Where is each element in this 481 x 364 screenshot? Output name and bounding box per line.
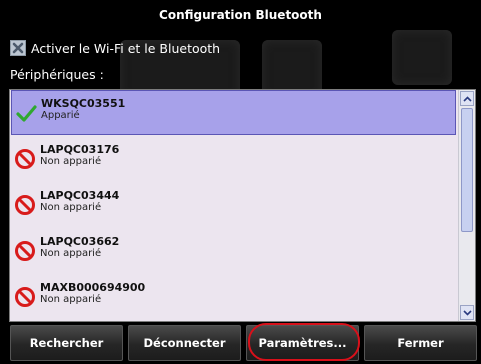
no-entry-icon bbox=[15, 194, 35, 215]
scroll-up-button[interactable] bbox=[460, 91, 474, 106]
disconnect-button[interactable]: Déconnecter bbox=[128, 325, 241, 361]
device-name: MAXB000694900 bbox=[40, 281, 146, 294]
device-status: Apparié bbox=[41, 110, 80, 121]
no-entry-icon bbox=[15, 148, 35, 169]
wifi-bluetooth-label: Activer le Wi-Fi et le Bluetooth bbox=[31, 40, 221, 56]
scroll-thumb[interactable] bbox=[461, 108, 473, 232]
list-item[interactable]: MAXB000694900 Non apparié bbox=[11, 274, 456, 319]
device-name: LAPQC03444 bbox=[40, 189, 120, 202]
chevron-down-icon bbox=[462, 309, 472, 316]
no-entry-icon bbox=[15, 240, 35, 261]
x-mark-icon[interactable] bbox=[10, 40, 26, 56]
scroll-down-button[interactable] bbox=[460, 305, 474, 320]
device-name: WKSQC03551 bbox=[41, 97, 126, 110]
device-name: LAPQC03176 bbox=[40, 143, 120, 156]
no-entry-icon bbox=[15, 286, 35, 307]
device-status: Non apparié bbox=[40, 248, 102, 259]
chevron-up-icon bbox=[462, 95, 472, 102]
list-item[interactable]: LAPQC03176 Non apparié bbox=[11, 136, 456, 181]
list-item[interactable]: LAPQC03444 Non apparié bbox=[11, 182, 456, 227]
device-status: Non apparié bbox=[40, 202, 102, 213]
search-button[interactable]: Rechercher bbox=[10, 325, 123, 361]
device-status: Non apparié bbox=[40, 294, 102, 305]
settings-button[interactable]: Paramètres... bbox=[246, 325, 359, 361]
device-name: LAPQC03662 bbox=[40, 235, 120, 248]
list-scrollbar[interactable] bbox=[458, 90, 475, 321]
list-item[interactable]: LAPQC03662 Non apparié bbox=[11, 228, 456, 273]
list-item[interactable]: WKSQC03551 Apparié bbox=[11, 90, 456, 135]
device-status: Non apparié bbox=[40, 156, 102, 167]
window-title: Configuration Bluetooth bbox=[159, 8, 322, 22]
devices-label: Périphériques : bbox=[10, 67, 104, 82]
close-button[interactable]: Fermer bbox=[364, 325, 477, 361]
wifi-bluetooth-toggle[interactable]: Activer le Wi-Fi et le Bluetooth bbox=[10, 38, 220, 58]
devices-list[interactable]: WKSQC03551 Apparié LAPQC03176 Non appari… bbox=[9, 89, 476, 322]
button-bar: Rechercher Déconnecter Paramètres... Fer… bbox=[0, 322, 481, 364]
check-mark-icon bbox=[16, 104, 37, 122]
